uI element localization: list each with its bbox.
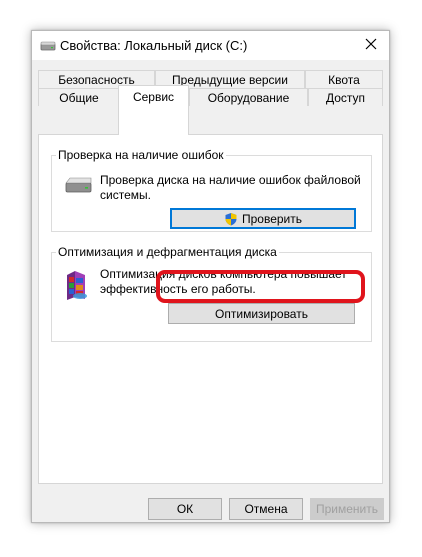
error-check-description: Проверка диска на наличие ошибок файлово… [100, 173, 361, 202]
tools-tab-panel: Проверка на наличие ошибок Проверка диск… [38, 134, 383, 484]
tab-general[interactable]: Общие [38, 88, 120, 106]
optimize-group-label: Оптимизация и дефрагментация диска [56, 245, 279, 259]
ok-button-label: ОК [176, 502, 194, 516]
apply-button[interactable]: Применить [310, 498, 384, 520]
close-icon [365, 38, 377, 53]
window-title: Свойства: Локальный диск (C:) [60, 38, 248, 53]
close-button[interactable] [353, 31, 389, 60]
tab-hardware[interactable]: Оборудование [189, 88, 308, 106]
check-button[interactable]: Проверить [170, 208, 356, 229]
tab-quota[interactable]: Квота [305, 70, 383, 88]
tab-tools[interactable]: Сервис [118, 85, 189, 135]
check-button-label: Проверить [241, 211, 302, 226]
drive-icon [65, 176, 93, 196]
tab-sharing[interactable]: Доступ [308, 88, 383, 106]
optimize-button[interactable]: Оптимизировать [168, 303, 355, 324]
defrag-icon [64, 269, 90, 301]
uac-shield-icon [224, 212, 238, 226]
drive-icon [40, 39, 56, 53]
apply-button-label: Применить [315, 502, 378, 516]
error-check-group: Проверка на наличие ошибок Проверка диск… [51, 148, 372, 232]
cancel-button[interactable]: Отмена [229, 498, 303, 520]
title-bar[interactable]: Свойства: Локальный диск (C:) [32, 31, 389, 60]
properties-dialog: Свойства: Локальный диск (C:) Безопаснос… [31, 30, 390, 523]
cancel-button-label: Отмена [244, 502, 288, 516]
ok-button[interactable]: ОК [148, 498, 222, 520]
error-check-group-label: Проверка на наличие ошибок [56, 148, 226, 162]
optimize-button-label: Оптимизировать [215, 306, 308, 321]
highlight-annotation [156, 270, 365, 303]
